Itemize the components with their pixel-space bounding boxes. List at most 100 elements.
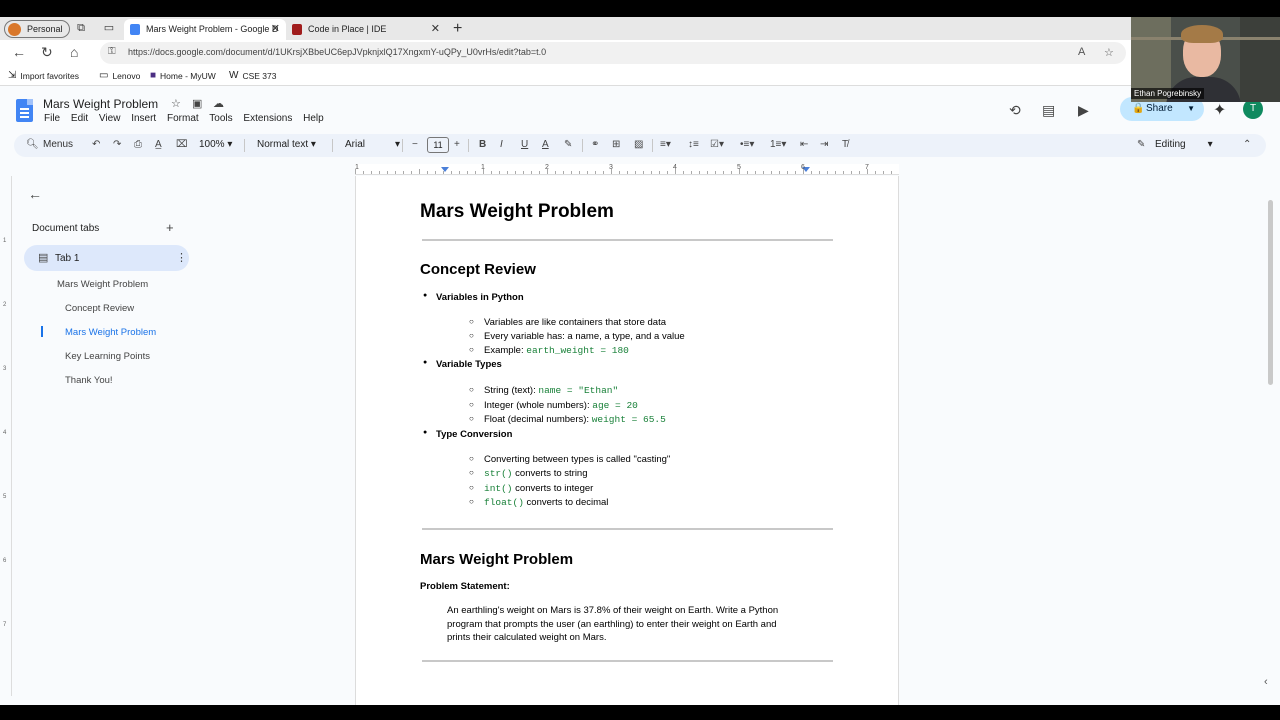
bookmark-cse373[interactable]: W CSE 373 bbox=[229, 70, 276, 82]
home-icon[interactable]: ⌂ bbox=[70, 44, 78, 60]
add-tab-icon[interactable]: + bbox=[166, 220, 174, 235]
scrollbar-thumb[interactable] bbox=[1268, 200, 1273, 385]
clear-formatting-icon[interactable]: T̸ bbox=[842, 138, 848, 152]
menus-search[interactable]: Menus bbox=[43, 138, 73, 152]
document-title-heading: Mars Weight Problem bbox=[420, 201, 614, 222]
stanford-favicon-icon bbox=[292, 24, 302, 35]
link-icon[interactable]: ⚭ bbox=[591, 138, 599, 152]
bold-icon[interactable]: B bbox=[479, 138, 486, 152]
ruler-tick bbox=[507, 171, 508, 174]
editing-mode-select[interactable]: Editing ▾ bbox=[1155, 138, 1213, 152]
insert-image-icon[interactable]: ▨ bbox=[634, 138, 643, 152]
ruler-tick bbox=[795, 171, 796, 174]
menu-tools[interactable]: Tools bbox=[209, 113, 232, 124]
decrease-indent-icon[interactable]: ⇤ bbox=[800, 138, 808, 152]
new-tab-icon[interactable]: + bbox=[453, 20, 462, 37]
line-spacing-icon[interactable]: ↕≡ bbox=[688, 138, 699, 152]
close-icon[interactable]: ✕ bbox=[271, 19, 280, 39]
ruler-tick bbox=[619, 171, 620, 174]
ruler-tick bbox=[875, 171, 876, 174]
close-sidebar-back-icon[interactable]: ← bbox=[28, 186, 42, 202]
more-options-icon[interactable]: ⋮ bbox=[176, 251, 187, 264]
docs-logo-icon[interactable] bbox=[16, 99, 33, 122]
zoom-select[interactable]: 100% ▾ bbox=[199, 138, 232, 152]
collapse-menus-icon[interactable]: ⌃ bbox=[1243, 138, 1251, 152]
ruler-tick bbox=[611, 169, 612, 174]
address-bar[interactable]: ⚿ https://docs.google.com/document/d/1UK… bbox=[100, 42, 1126, 64]
menu-file[interactable]: File bbox=[44, 113, 60, 124]
menu-help[interactable]: Help bbox=[303, 113, 324, 124]
tab-actions-icon[interactable]: ▭ bbox=[103, 22, 115, 34]
bookmark-lenovo[interactable]: ▭ Lenovo bbox=[99, 70, 140, 82]
list-item: int() converts to integer bbox=[469, 483, 593, 494]
menu-view[interactable]: View bbox=[99, 113, 121, 124]
decrease-font-icon[interactable]: − bbox=[412, 138, 418, 152]
tab-ide[interactable]: Code in Place | IDE ✕ bbox=[286, 19, 446, 40]
bulleted-list-icon[interactable]: •≡▾ bbox=[740, 138, 754, 152]
highlight-icon[interactable]: ✎ bbox=[564, 138, 572, 152]
outline-item-mars-weight-problem[interactable]: Mars Weight Problem bbox=[57, 279, 148, 290]
search-icon[interactable]: 🔍︎ bbox=[26, 138, 39, 152]
text-color-icon[interactable]: A bbox=[542, 138, 549, 152]
code-snippet: weight = 65.5 bbox=[591, 414, 666, 425]
star-icon[interactable]: ☆ bbox=[171, 97, 181, 110]
read-aloud-icon[interactable]: A bbox=[1078, 46, 1085, 58]
bookmark-import-favorites[interactable]: ⇲ Import favorites bbox=[8, 70, 79, 82]
list-item: String (text): name = "Ethan" bbox=[469, 385, 618, 396]
italic-icon[interactable]: I bbox=[500, 138, 503, 152]
checklist-icon[interactable]: ☑▾ bbox=[710, 138, 724, 152]
back-icon[interactable]: ← bbox=[12, 44, 26, 60]
favorite-star-icon[interactable]: ☆ bbox=[1104, 46, 1114, 59]
meet-icon[interactable]: ▶ bbox=[1078, 102, 1089, 119]
font-select[interactable]: Arial ▾ bbox=[345, 138, 400, 152]
reload-icon[interactable]: ↻ bbox=[41, 44, 53, 60]
profile-button[interactable]: Personal bbox=[4, 20, 70, 38]
ruler-tick bbox=[691, 171, 692, 174]
sidebar-tab-1[interactable]: ▤ Tab 1 ⋮ bbox=[24, 245, 189, 271]
ruler-tick bbox=[643, 171, 644, 174]
underline-icon[interactable]: U bbox=[521, 138, 528, 152]
move-folder-icon[interactable]: ▣ bbox=[192, 97, 202, 110]
account-avatar[interactable]: T bbox=[1243, 99, 1263, 119]
close-icon[interactable]: ✕ bbox=[431, 19, 440, 39]
cloud-status-icon[interactable]: ☁ bbox=[213, 97, 224, 110]
document-page[interactable]: Mars Weight Problem Concept Review Varia… bbox=[355, 176, 899, 706]
menu-edit[interactable]: Edit bbox=[71, 113, 88, 124]
divider bbox=[402, 139, 403, 152]
workspaces-icon[interactable]: ⧉ bbox=[75, 22, 87, 34]
version-history-icon[interactable]: ⟲ bbox=[1009, 102, 1021, 119]
print-icon[interactable]: ⎙ bbox=[134, 138, 142, 152]
undo-icon[interactable]: ↶ bbox=[92, 138, 100, 152]
site-info-icon[interactable]: ⚿ bbox=[108, 46, 116, 57]
add-comment-icon[interactable]: ⊞ bbox=[612, 138, 620, 152]
horizontal-ruler[interactable]: 1 1 2 3 4 5 6 7 bbox=[355, 164, 899, 175]
document-icon: ▤ bbox=[38, 252, 49, 264]
ruler-tick bbox=[475, 171, 476, 174]
outline-item-thank-you[interactable]: Thank You! bbox=[65, 375, 113, 386]
align-icon[interactable]: ≡▾ bbox=[660, 138, 671, 152]
increase-indent-icon[interactable]: ⇥ bbox=[820, 138, 828, 152]
ruler-tick bbox=[491, 171, 492, 174]
redo-icon[interactable]: ↷ bbox=[113, 138, 121, 152]
style-select[interactable]: Normal text ▾ bbox=[257, 138, 316, 152]
section-heading: Concept Review bbox=[420, 261, 536, 278]
bookmark-myuw[interactable]: ■ Home - MyUW bbox=[150, 70, 216, 82]
paint-format-icon[interactable]: ⌧ bbox=[176, 138, 188, 152]
outline-item-key-learning-points[interactable]: Key Learning Points bbox=[65, 351, 150, 362]
increase-font-icon[interactable]: + bbox=[454, 138, 460, 152]
outline-item-concept-review[interactable]: Concept Review bbox=[65, 303, 134, 314]
tab-docs[interactable]: Mars Weight Problem - Google D ✕ bbox=[124, 19, 286, 40]
gemini-icon[interactable]: ✦ bbox=[1213, 100, 1226, 120]
document-title[interactable]: Mars Weight Problem bbox=[43, 97, 158, 111]
menu-format[interactable]: Format bbox=[167, 113, 199, 124]
font-size-input[interactable]: 11 bbox=[427, 137, 449, 153]
menu-insert[interactable]: Insert bbox=[131, 113, 156, 124]
chevron-left-icon[interactable]: ‹ bbox=[1264, 676, 1268, 688]
menu-extensions[interactable]: Extensions bbox=[243, 113, 292, 124]
ruler-tick bbox=[395, 171, 396, 174]
ruler-tick bbox=[603, 171, 604, 174]
numbered-list-icon[interactable]: 1≡▾ bbox=[770, 138, 786, 152]
comments-icon[interactable]: ▤ bbox=[1042, 102, 1055, 119]
spellcheck-icon[interactable]: A̲ bbox=[155, 138, 162, 152]
outline-item-mars-weight-problem-current[interactable]: Mars Weight Problem bbox=[65, 327, 156, 338]
